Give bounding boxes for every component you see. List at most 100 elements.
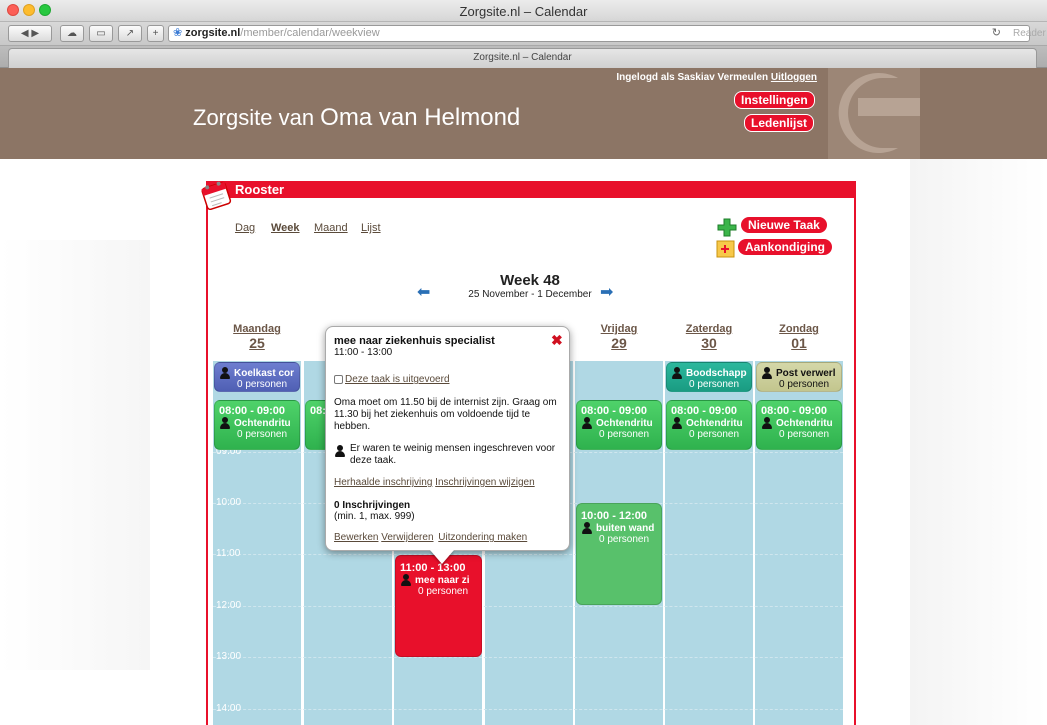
logout-link[interactable]: Uitloggen <box>771 72 817 83</box>
popup-warning: Er waren te weinig mensen ingeschreven v… <box>350 443 556 466</box>
active-tab[interactable]: Zorgsite.nl – Calendar <box>8 48 1037 68</box>
back-forward-buttons[interactable]: ◀ ▶ <box>8 25 52 42</box>
day-num-29[interactable]: 29 <box>575 335 663 351</box>
close-icon[interactable]: ✖ <box>551 332 563 349</box>
hour-line <box>213 606 843 607</box>
event-people: 0 personen <box>418 586 469 597</box>
browser-toolbar: ◀ ▶ ☁ ▭ ↗ + ❀ zorgsite.nl/member/calenda… <box>0 22 1047 46</box>
person-icon <box>761 367 773 379</box>
add-tab-button[interactable]: + <box>147 25 164 42</box>
event-title: Post verwerl <box>776 367 836 379</box>
view-week-link[interactable]: Week <box>271 222 300 234</box>
exception-link[interactable]: Uitzondering maken <box>438 532 527 543</box>
event-ochtendritueel[interactable]: 08:00 - 09:00 Ochtendritu 0 personen <box>576 400 662 450</box>
person-icon <box>671 367 683 379</box>
reload-icon[interactable]: ↻ <box>992 26 1001 41</box>
hour-label: 12:00 <box>216 600 242 611</box>
event-boodschappen[interactable]: Boodschapp 0 personen <box>666 362 752 392</box>
event-title: Koelkast cor <box>234 367 295 379</box>
login-status: Ingelogd als Saskiav Vermeulen Uitloggen <box>600 72 817 83</box>
event-time: 08:00 - 09:00 <box>671 405 738 417</box>
event-koelkast[interactable]: Koelkast cor 0 personen <box>214 362 300 392</box>
popup-description: Oma moet om 11.50 bij de internist zijn.… <box>334 397 557 432</box>
day-num-30[interactable]: 30 <box>665 335 753 351</box>
popup-arrow <box>430 550 454 564</box>
person-icon <box>219 367 231 379</box>
share-icon[interactable]: ↗ <box>118 25 142 42</box>
event-post[interactable]: Post verwerl 0 personen <box>756 362 842 392</box>
event-mee-naar-ziekenhuis[interactable]: 11:00 - 13:00 mee naar zi 0 personen <box>395 555 482 657</box>
done-checkbox[interactable] <box>334 375 343 384</box>
left-shade <box>0 240 150 670</box>
day-label-zaterdag[interactable]: Zaterdag <box>665 323 753 335</box>
done-label[interactable]: Deze taak is uitgevoerd <box>345 374 450 385</box>
signups-range: (min. 1, max. 999) <box>334 511 415 522</box>
person-icon <box>581 522 593 534</box>
view-day-link[interactable]: Dag <box>235 222 255 234</box>
event-title: Boodschapp <box>686 367 747 379</box>
event-people: 0 personen <box>237 379 288 390</box>
address-bar[interactable]: ❀ zorgsite.nl/member/calendar/weekview ↻ <box>168 25 1030 42</box>
bookmarks-icon[interactable]: ▭ <box>89 25 113 42</box>
event-buiten-wandelen[interactable]: 10:00 - 12:00 buiten wand 0 personen <box>576 503 662 605</box>
zorgsite-logo <box>828 68 920 159</box>
event-title: Ochtendritu <box>776 417 833 429</box>
url-domain: zorgsite.nl <box>185 27 241 39</box>
calendar-icon <box>200 180 232 211</box>
announcement-button[interactable]: Aankondiging <box>738 239 832 255</box>
delete-link[interactable]: Verwijderen <box>381 532 433 543</box>
day-label-zondag[interactable]: Zondag <box>755 323 843 335</box>
event-title: Ochtendritu <box>596 417 653 429</box>
event-ochtendritueel[interactable]: 08:00 - 09:00 Ochtendritu 0 personen <box>756 400 842 450</box>
hour-line <box>213 554 843 555</box>
event-time: 10:00 - 12:00 <box>581 510 648 522</box>
tab-bar: Zorgsite.nl – Calendar <box>0 46 1047 68</box>
event-people: 0 personen <box>599 429 650 440</box>
members-button[interactable]: Ledenlijst <box>744 114 815 132</box>
next-week-arrow-icon[interactable]: ➡ <box>600 282 613 302</box>
hour-line <box>213 657 843 658</box>
logged-in-text: Ingelogd als Saskiav Vermeulen <box>616 72 769 83</box>
window-titlebar: Zorgsite.nl – Calendar <box>0 0 1047 22</box>
person-icon <box>400 574 412 586</box>
announcement-icon <box>716 239 736 259</box>
popup-time: 11:00 - 13:00 <box>334 347 393 358</box>
event-time: 08:00 - 09:00 <box>219 405 286 417</box>
reader-button[interactable]: Reader <box>1013 28 1046 39</box>
event-title: mee naar zi <box>415 574 470 586</box>
event-ochtendritueel[interactable]: 08:00 - 09:00 Ochtendritu 0 personen <box>666 400 752 450</box>
site-title-prefix: Zorgsite van <box>193 105 321 130</box>
hour-label: 14:00 <box>216 703 242 714</box>
site-title: Zorgsite van Oma van Helmond <box>193 104 520 132</box>
event-people: 0 personen <box>689 429 740 440</box>
window-title: Zorgsite.nl – Calendar <box>459 4 588 19</box>
event-people: 0 personen <box>689 379 740 390</box>
view-month-link[interactable]: Maand <box>314 222 348 234</box>
repeat-signup-link[interactable]: Herhaalde inschrijving <box>334 477 432 488</box>
event-people: 0 personen <box>779 379 830 390</box>
url-path: /member/calendar/weekview <box>240 27 380 39</box>
day-num-01[interactable]: 01 <box>755 335 843 351</box>
hour-label: 13:00 <box>216 651 242 662</box>
day-num-25[interactable]: 25 <box>213 335 301 351</box>
edit-signups-link[interactable]: Inschrijvingen wijzigen <box>435 477 535 488</box>
hour-line <box>213 709 843 710</box>
person-icon <box>334 445 346 457</box>
edit-link[interactable]: Bewerken <box>334 532 378 543</box>
signups-title: 0 Inschrijvingen <box>334 500 411 511</box>
settings-button[interactable]: Instellingen <box>734 91 815 109</box>
prev-week-arrow-icon[interactable]: ➡ <box>417 282 430 302</box>
hour-label: 10:00 <box>216 497 242 508</box>
event-title: Ochtendritu <box>234 417 291 429</box>
view-list-link[interactable]: Lijst <box>361 222 381 234</box>
icloud-icon[interactable]: ☁ <box>60 25 84 42</box>
person-icon <box>671 417 683 429</box>
new-task-button[interactable]: Nieuwe Taak <box>741 217 827 233</box>
hour-label: 11:00 <box>216 548 241 559</box>
site-title-name: Oma van Helmond <box>320 104 521 131</box>
event-ochtendritueel[interactable]: 08:00 - 09:00 Ochtendritu 0 personen <box>214 400 300 450</box>
day-label-maandag[interactable]: Maandag <box>213 323 301 335</box>
event-title: buiten wand <box>596 522 655 534</box>
plus-icon <box>716 217 738 237</box>
day-label-vrijdag[interactable]: Vrijdag <box>575 323 663 335</box>
